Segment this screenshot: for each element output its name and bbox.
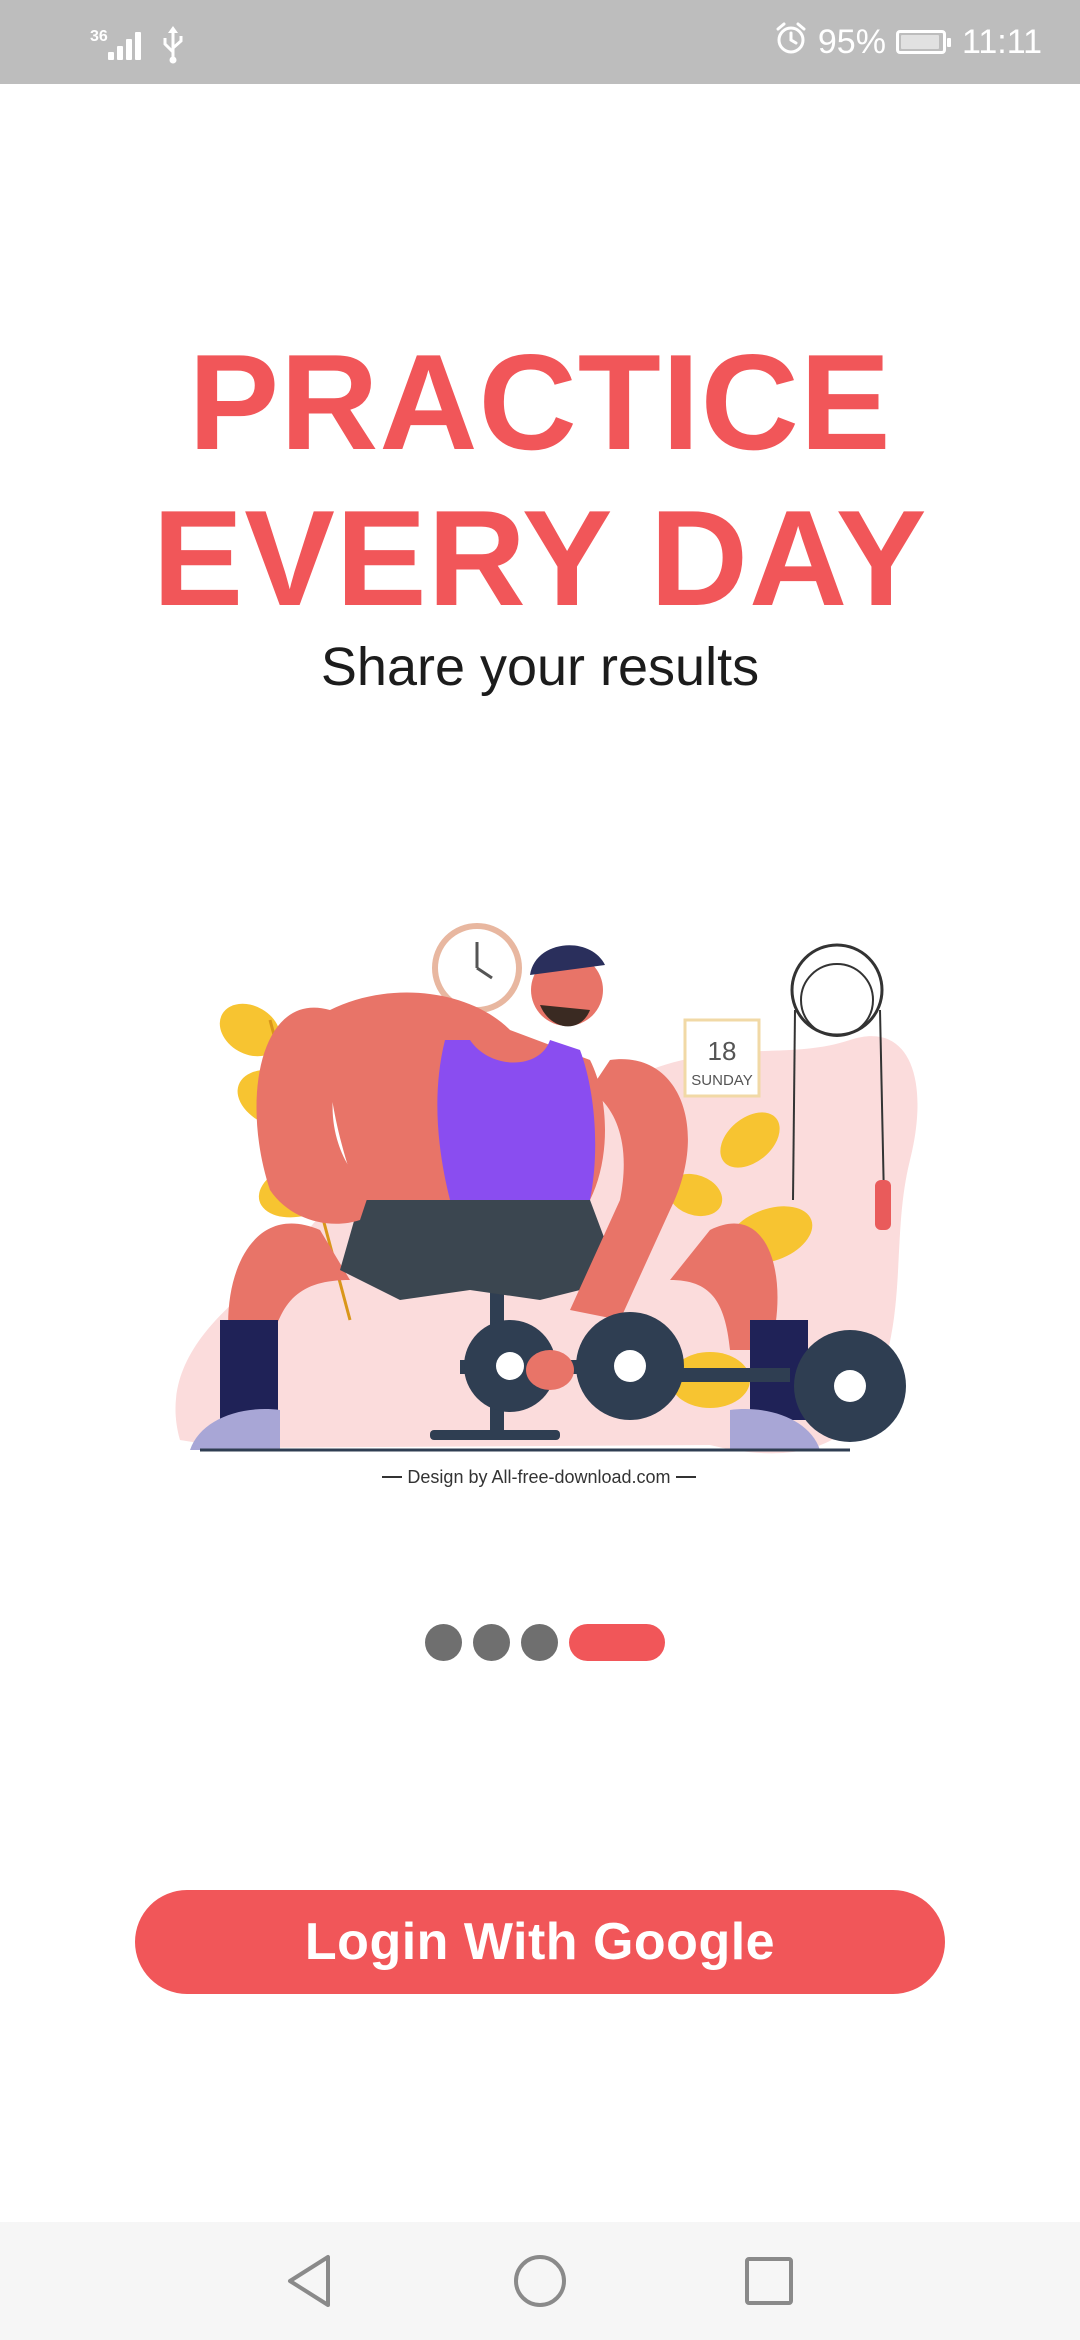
nav-back-button[interactable] <box>276 2248 342 2314</box>
page-dot-3[interactable] <box>521 1624 558 1661</box>
circle-home-icon <box>514 2255 566 2307</box>
svg-text:SUNDAY: SUNDAY <box>691 1072 752 1089</box>
illustration-credit: Design by All-free-download.com <box>407 1467 670 1487</box>
subtitle: Share your results <box>320 637 760 697</box>
nav-recents-button[interactable] <box>736 2248 802 2314</box>
battery-percent: 95% <box>817 22 886 61</box>
triangle-back-icon <box>288 2255 330 2307</box>
usb-icon <box>160 24 186 64</box>
status-left: 36 <box>90 20 186 64</box>
page-indicator <box>425 1624 665 1662</box>
nav-home-button[interactable] <box>507 2248 573 2314</box>
square-recents-icon <box>745 2257 793 2305</box>
network-type-label: 36 <box>90 28 108 45</box>
system-nav-bar <box>0 2222 1080 2340</box>
page-dot-1[interactable] <box>425 1624 462 1661</box>
status-bar: 36 95% 11:11 <box>0 0 1080 84</box>
page-dot-2[interactable] <box>473 1624 510 1661</box>
status-right: 95% 11:11 <box>774 18 1042 66</box>
signal-icon: 36 <box>90 24 146 64</box>
headline-line-2: EVERY DAY <box>152 482 928 634</box>
workout-illustration: 18 SUNDAY Design by All-free-download.co… <box>150 900 950 1500</box>
headline-line-1: PRACTICE <box>188 326 892 478</box>
battery-icon <box>895 30 951 54</box>
clock-time: 11:11 <box>961 22 1042 61</box>
alarm-icon <box>774 21 808 64</box>
svg-text:18: 18 <box>708 1036 737 1066</box>
page-dot-4-active[interactable] <box>569 1624 665 1661</box>
login-with-google-button[interactable]: Login With Google <box>135 1890 945 1994</box>
